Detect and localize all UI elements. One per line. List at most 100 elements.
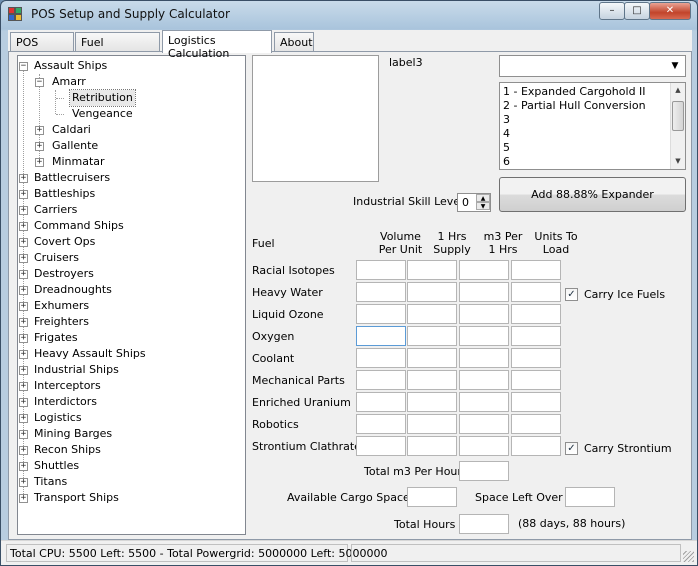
expander-select[interactable]: ▼ — [499, 55, 686, 77]
list-item[interactable]: 3 — [503, 113, 510, 127]
fuel-value-field[interactable] — [459, 414, 509, 434]
fuel-value-field[interactable] — [407, 414, 457, 434]
fuel-value-field[interactable] — [511, 436, 561, 456]
expand-toggle-icon[interactable]: + — [35, 126, 44, 135]
expand-toggle-icon[interactable]: + — [19, 190, 28, 199]
fuel-value-field[interactable] — [407, 392, 457, 412]
close-button[interactable]: ✕ — [649, 2, 691, 20]
listbox-scrollbar[interactable]: ▲ ▼ — [670, 83, 685, 169]
fuel-value-field[interactable] — [407, 370, 457, 390]
list-item[interactable]: 2 - Partial Hull Conversion — [503, 99, 646, 113]
tree-item-category[interactable]: Carriers — [34, 202, 77, 218]
tree-item-category[interactable]: Command Ships — [34, 218, 124, 234]
fuel-value-field[interactable] — [356, 414, 406, 434]
fuel-value-field[interactable] — [459, 370, 509, 390]
expand-toggle-icon[interactable]: + — [19, 174, 28, 183]
expand-toggle-icon[interactable]: + — [19, 238, 28, 247]
fuel-value-field[interactable] — [459, 304, 509, 324]
tree-item-category[interactable]: Interdictors — [34, 394, 97, 410]
ship-tree[interactable]: − Assault Ships − Amarr Retribution Veng… — [17, 55, 246, 535]
tree-item-category[interactable]: Recon Ships — [34, 442, 101, 458]
industrial-skill-stepper[interactable]: 0 ▲ ▼ — [457, 193, 491, 212]
total-m3-field[interactable] — [459, 461, 509, 481]
tree-item-category[interactable]: Cruisers — [34, 250, 79, 266]
expand-toggle-icon[interactable]: + — [19, 334, 28, 343]
tree-item-category[interactable]: Exhumers — [34, 298, 89, 314]
fuel-value-field[interactable] — [511, 370, 561, 390]
tree-item-category[interactable]: Battlecruisers — [34, 170, 110, 186]
fuel-value-field[interactable] — [511, 414, 561, 434]
expand-toggle-icon[interactable]: + — [19, 430, 28, 439]
stepper-up-icon[interactable]: ▲ — [476, 194, 490, 202]
tree-item-assault-ships[interactable]: Assault Ships — [34, 58, 107, 74]
fuel-value-field[interactable] — [459, 326, 509, 346]
fuel-value-field[interactable] — [511, 304, 561, 324]
carry-strontium-checkbox[interactable]: ✓ — [565, 442, 578, 455]
expand-toggle-icon[interactable]: + — [19, 350, 28, 359]
fuel-value-field[interactable] — [356, 392, 406, 412]
fuel-value-field[interactable] — [407, 326, 457, 346]
expand-toggle-icon[interactable]: + — [19, 302, 28, 311]
scroll-thumb[interactable] — [672, 101, 684, 131]
expand-toggle-icon[interactable]: + — [19, 478, 28, 487]
fuel-value-field[interactable] — [511, 348, 561, 368]
fuel-value-field[interactable] — [356, 326, 406, 346]
fuel-value-field[interactable] — [356, 348, 406, 368]
fuel-value-field[interactable] — [511, 326, 561, 346]
tree-item-category[interactable]: Heavy Assault Ships — [34, 346, 146, 362]
tree-item-category[interactable]: Industrial Ships — [34, 362, 119, 378]
tree-item-category[interactable]: Logistics — [34, 410, 82, 426]
expander-listbox[interactable]: 1 - Expanded Cargohold II 2 - Partial Hu… — [499, 82, 686, 170]
list-item[interactable]: 4 — [503, 127, 510, 141]
total-hours-field[interactable] — [459, 514, 509, 534]
scroll-down-icon[interactable]: ▼ — [671, 154, 685, 168]
fuel-value-field[interactable] — [459, 436, 509, 456]
carry-ice-checkbox[interactable]: ✓ — [565, 288, 578, 301]
list-item[interactable]: 1 - Expanded Cargohold II — [503, 85, 646, 99]
tree-item-category[interactable]: Covert Ops — [34, 234, 95, 250]
title-bar[interactable]: POS Setup and Supply Calculator – □ ✕ — [1, 1, 697, 29]
fuel-value-field[interactable] — [511, 260, 561, 280]
fuel-value-field[interactable] — [356, 436, 406, 456]
fuel-value-field[interactable] — [356, 304, 406, 324]
expand-toggle-icon[interactable]: + — [19, 366, 28, 375]
tree-item-category[interactable]: Mining Barges — [34, 426, 112, 442]
space-left-field[interactable] — [565, 487, 615, 507]
minimize-button[interactable]: – — [599, 2, 625, 20]
expand-toggle-icon[interactable]: + — [19, 414, 28, 423]
expand-toggle-icon[interactable]: − — [19, 62, 28, 71]
expand-toggle-icon[interactable]: + — [19, 286, 28, 295]
stepper-down-icon[interactable]: ▼ — [476, 202, 490, 210]
tab-fuel-calculation[interactable]: Fuel Calculation — [75, 32, 160, 62]
add-expander-button[interactable]: Add 88.88% Expander — [499, 177, 686, 212]
fuel-value-field[interactable] — [407, 304, 457, 324]
fuel-value-field[interactable] — [459, 348, 509, 368]
fuel-value-field[interactable] — [356, 370, 406, 390]
tree-item-caldari[interactable]: Caldari — [52, 122, 91, 138]
tree-item-category[interactable]: Destroyers — [34, 266, 94, 282]
expand-toggle-icon[interactable]: − — [35, 78, 44, 87]
fuel-value-field[interactable] — [511, 282, 561, 302]
tree-item-category[interactable]: Transport Ships — [34, 490, 119, 506]
expand-toggle-icon[interactable]: + — [19, 222, 28, 231]
expand-toggle-icon[interactable]: + — [35, 142, 44, 151]
expand-toggle-icon[interactable]: + — [19, 462, 28, 471]
fuel-value-field[interactable] — [511, 392, 561, 412]
expand-toggle-icon[interactable]: + — [19, 382, 28, 391]
list-item[interactable]: 6 — [503, 155, 510, 169]
fuel-value-field[interactable] — [459, 282, 509, 302]
expand-toggle-icon[interactable]: + — [19, 206, 28, 215]
expand-toggle-icon[interactable]: + — [19, 318, 28, 327]
fuel-value-field[interactable] — [407, 348, 457, 368]
fuel-value-field[interactable] — [407, 260, 457, 280]
tree-item-vengeance[interactable]: Vengeance — [72, 106, 133, 122]
tree-item-minmatar[interactable]: Minmatar — [52, 154, 105, 170]
tree-item-category[interactable]: Shuttles — [34, 458, 79, 474]
tab-about[interactable]: About — [274, 32, 314, 52]
tab-logistics-calculation[interactable]: Logistics Calculation — [162, 30, 272, 60]
expand-toggle-icon[interactable]: + — [19, 270, 28, 279]
tree-item-category[interactable]: Battleships — [34, 186, 95, 202]
tree-item-category[interactable]: Dreadnoughts — [34, 282, 112, 298]
tree-item-category[interactable]: Frigates — [34, 330, 78, 346]
tree-item-category[interactable]: Freighters — [34, 314, 89, 330]
